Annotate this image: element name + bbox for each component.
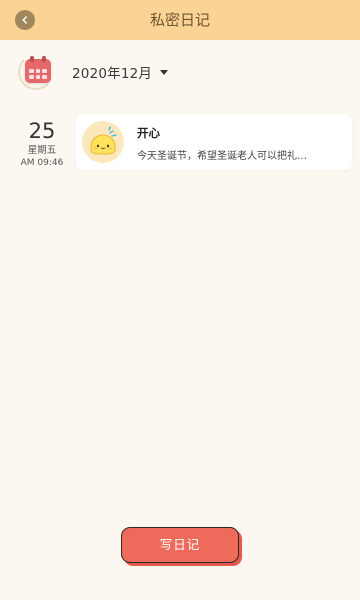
page-title: 私密日记 <box>149 11 210 29</box>
top-bar: 私密日记 <box>0 0 360 40</box>
diary-entry-card[interactable]: 开心 今天圣诞节，希望圣诞老人可以把礼… <box>76 114 352 170</box>
entry-day: 25 <box>28 119 56 143</box>
month-label[interactable]: 2020年12月 <box>72 62 152 82</box>
entry-date: 25 星期五 AM 09:46 <box>18 118 66 169</box>
entry-time: AM 09:46 <box>20 158 64 168</box>
entry-excerpt: 今天圣诞节，希望圣诞老人可以把礼… <box>137 151 307 162</box>
caret-down-icon[interactable] <box>160 69 169 75</box>
calendar-icon <box>18 53 56 91</box>
month-selector[interactable]: 2020年12月 <box>18 52 169 92</box>
happy-face-icon <box>82 121 124 163</box>
entry-mood-title: 开心 <box>137 126 160 140</box>
write-diary-button[interactable]: 写日记 <box>121 527 239 563</box>
entry-weekday: 星期五 <box>27 145 57 156</box>
